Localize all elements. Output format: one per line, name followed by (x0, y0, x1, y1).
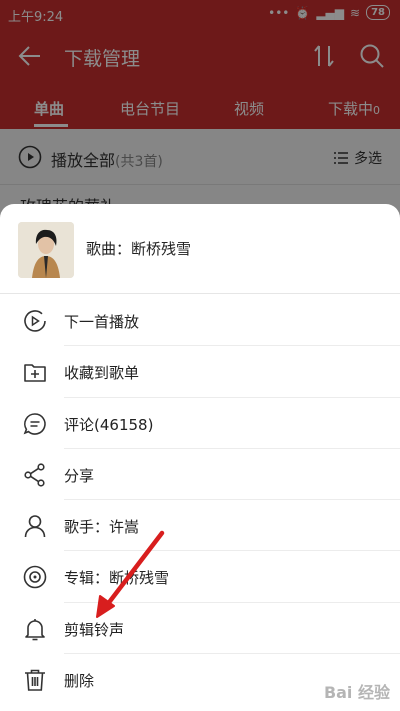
menu-album[interactable]: 专辑：断桥残雪 (0, 551, 400, 603)
song-cover-image (18, 222, 74, 278)
menu-label: 评论(46158) (64, 415, 154, 434)
share-icon (24, 463, 45, 487)
artist-icon (24, 515, 46, 538)
cover-art (18, 222, 74, 278)
menu-label: 删除 (64, 672, 95, 691)
menu-comments[interactable]: 评论(46158) (0, 398, 400, 449)
menu-add-to-playlist[interactable]: 收藏到歌单 (0, 346, 400, 398)
menu-label: 专辑：断桥残雪 (64, 569, 170, 588)
menu-label: 剪辑铃声 (64, 620, 125, 639)
trash-icon (25, 669, 45, 691)
menu-label: 歌手：许嵩 (64, 518, 140, 537)
menu-share[interactable]: 分享 (0, 449, 400, 501)
menu-label: 收藏到歌单 (64, 364, 140, 383)
menu-artist[interactable]: 歌手：许嵩 (0, 500, 400, 552)
song-actions-sheet: 歌曲：断桥残雪 下一首播放 收藏到歌单 评论(46158) 分享 歌手：许嵩 专… (0, 204, 400, 711)
comment-icon (23, 412, 46, 435)
sheet-header: 歌曲：断桥残雪 (0, 204, 400, 294)
add-to-playlist-icon (24, 364, 46, 383)
bell-icon (25, 618, 45, 641)
menu-label: 下一首播放 (64, 313, 140, 331)
album-icon (23, 566, 47, 589)
action-menu: 下一首播放 收藏到歌单 评论(46158) 分享 歌手：许嵩 专辑：断桥残雪 剪… (0, 295, 400, 705)
play-next-icon (24, 310, 46, 332)
menu-play-next[interactable]: 下一首播放 (0, 295, 400, 347)
sheet-song-title: 歌曲：断桥残雪 (86, 240, 192, 258)
menu-label: 分享 (64, 466, 95, 485)
watermark: Bai 经验 (323, 683, 390, 702)
menu-ringtone[interactable]: 剪辑铃声 (0, 603, 400, 655)
